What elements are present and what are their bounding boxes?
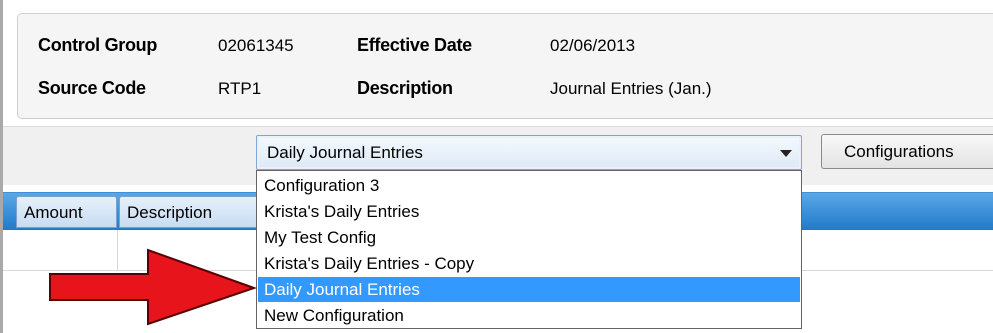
column-header-amount[interactable]: Amount [16, 196, 117, 228]
configuration-select[interactable]: Daily Journal Entries [256, 135, 802, 170]
source-code-value: RTP1 [218, 79, 262, 98]
control-group-value: 02061345 [218, 36, 294, 55]
description-value: Journal Entries (Jan.) [550, 79, 712, 98]
application-window: Control Group 02061345 Effective Date 02… [0, 0, 993, 333]
description-label: Description [357, 78, 453, 98]
header-info-panel [17, 13, 993, 119]
configuration-select-value: Daily Journal Entries [267, 143, 423, 162]
source-code-label: Source Code [38, 78, 146, 98]
effective-date-label: Effective Date [357, 35, 472, 55]
dropdown-option[interactable]: Krista's Daily Entries [258, 199, 800, 224]
red-arrow-icon [49, 248, 258, 326]
configuration-dropdown-list: Configuration 3 Krista's Daily Entries M… [256, 170, 802, 329]
effective-date-value: 02/06/2013 [550, 36, 636, 55]
configurations-button[interactable]: Configurations [821, 134, 993, 169]
dropdown-option[interactable]: My Test Config [258, 225, 800, 250]
column-header-description[interactable]: Description [119, 196, 259, 228]
chevron-down-icon[interactable] [780, 150, 792, 157]
dropdown-option-selected[interactable]: Daily Journal Entries [258, 277, 800, 302]
dropdown-option[interactable]: New Configuration [258, 303, 800, 328]
dropdown-option[interactable]: Configuration 3 [258, 173, 800, 198]
control-group-label: Control Group [38, 35, 158, 55]
dropdown-option[interactable]: Krista's Daily Entries - Copy [258, 251, 800, 276]
